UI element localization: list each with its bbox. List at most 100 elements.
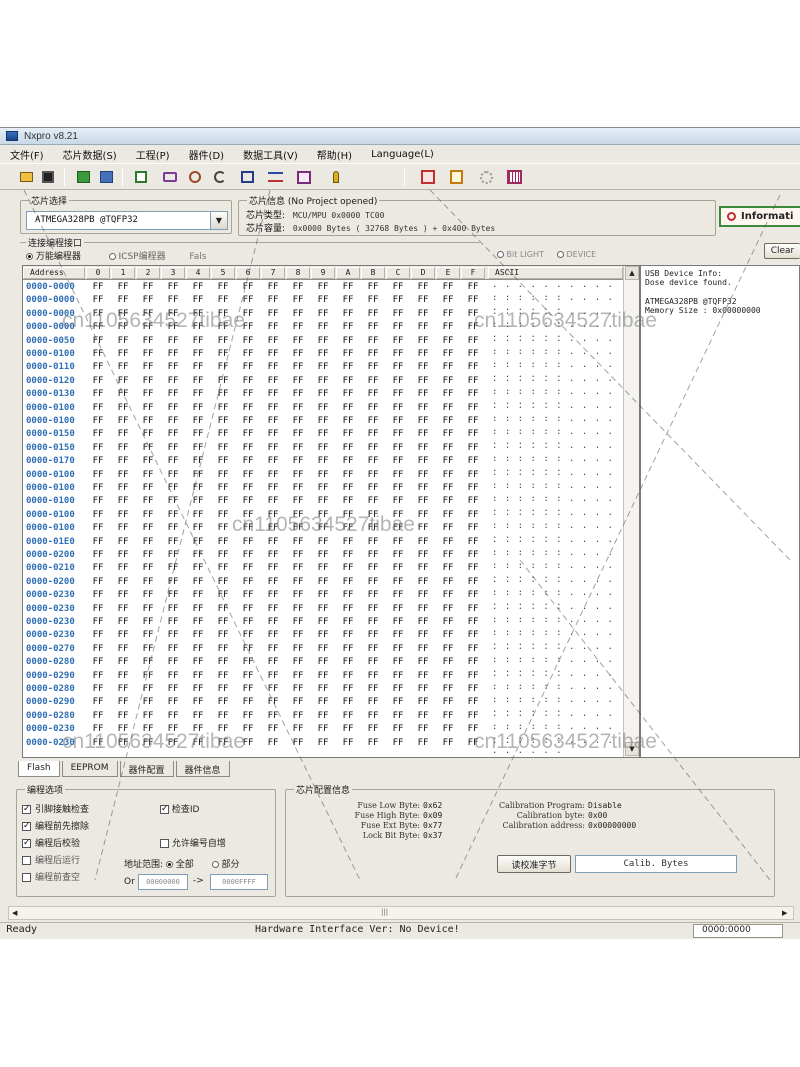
option-check-id[interactable]: 检查ID (160, 802, 199, 815)
hex-byte-cell[interactable]: FF (86, 590, 110, 600)
hex-byte-cell[interactable]: FF (411, 470, 435, 480)
hex-byte-cell[interactable]: FF (111, 550, 135, 560)
hex-byte-cell[interactable]: FF (161, 604, 185, 614)
hex-byte-cell[interactable]: FF (236, 510, 260, 520)
hex-byte-cell[interactable]: FF (436, 309, 460, 319)
hex-byte-cell[interactable]: FF (411, 550, 435, 560)
hex-byte-cell[interactable]: FF (311, 604, 335, 614)
hex-byte-cell[interactable]: FF (461, 711, 485, 721)
hex-byte-cell[interactable]: FF (311, 282, 335, 292)
hex-byte-cell[interactable]: FF (336, 336, 360, 346)
hex-byte-cell[interactable]: FF (336, 550, 360, 560)
hex-byte-cell[interactable]: FF (436, 456, 460, 466)
menu-device[interactable]: 器件(D) (179, 147, 234, 162)
hex-byte-cell[interactable]: FF (261, 336, 285, 346)
hex-byte-cell[interactable]: FF (461, 671, 485, 681)
hex-byte-cell[interactable]: FF (136, 362, 160, 372)
hex-byte-cell[interactable]: FF (386, 349, 410, 359)
hex-byte-cell[interactable]: FF (186, 630, 210, 640)
hex-byte-cell[interactable]: FF (361, 590, 385, 600)
lock-icon[interactable] (326, 168, 346, 186)
hex-byte-cell[interactable]: FF (461, 523, 485, 533)
hex-byte-cell[interactable]: FF (211, 483, 235, 493)
hex-byte-cell[interactable]: FF (186, 416, 210, 426)
radio-icsp[interactable] (108, 253, 116, 260)
hex-byte-cell[interactable]: FF (161, 644, 185, 654)
scroll-down-icon[interactable]: ▼ (625, 742, 639, 756)
note-icon[interactable] (446, 168, 466, 186)
hex-byte-cell[interactable]: FF (261, 671, 285, 681)
hex-byte-cell[interactable]: FF (261, 403, 285, 413)
hex-byte-cell[interactable]: FF (436, 724, 460, 734)
hex-byte-cell[interactable]: FF (261, 711, 285, 721)
hex-byte-cell[interactable]: FF (286, 604, 310, 614)
hex-byte-cell[interactable]: FF (236, 483, 260, 493)
hex-byte-cell[interactable]: FF (336, 470, 360, 480)
hex-byte-cell[interactable]: FF (236, 336, 260, 346)
hex-byte-cell[interactable]: FF (336, 389, 360, 399)
hex-byte-cell[interactable]: FF (286, 711, 310, 721)
hex-byte-cell[interactable]: FF (236, 443, 260, 453)
hex-byte-cell[interactable]: FF (311, 738, 335, 748)
hex-byte-cell[interactable]: FF (111, 644, 135, 654)
hex-byte-cell[interactable]: FF (261, 349, 285, 359)
radio-range-part[interactable] (211, 861, 219, 868)
hex-byte-cell[interactable]: FF (436, 550, 460, 560)
hex-byte-cell[interactable]: FF (261, 697, 285, 707)
hex-byte-cell[interactable]: FF (436, 604, 460, 614)
hex-byte-cell[interactable]: FF (286, 644, 310, 654)
hex-byte-cell[interactable]: FF (236, 550, 260, 560)
hex-byte-cell[interactable]: FF (386, 510, 410, 520)
hex-byte-cell[interactable]: FF (411, 282, 435, 292)
hex-byte-cell[interactable]: FF (211, 389, 235, 399)
hex-byte-cell[interactable]: FF (386, 362, 410, 372)
hex-byte-cell[interactable]: FF (86, 362, 110, 372)
auto-icon[interactable] (265, 168, 285, 186)
hex-byte-cell[interactable]: FF (211, 657, 235, 667)
hex-byte-cell[interactable]: FF (111, 336, 135, 346)
hex-byte-cell[interactable]: FF (386, 711, 410, 721)
hex-byte-cell[interactable]: FF (236, 563, 260, 573)
hex-byte-cell[interactable]: FF (111, 630, 135, 640)
hex-byte-cell[interactable]: FF (236, 416, 260, 426)
hex-byte-cell[interactable]: FF (386, 604, 410, 614)
hex-byte-cell[interactable]: FF (286, 630, 310, 640)
hex-byte-cell[interactable]: FF (311, 577, 335, 587)
hex-byte-cell[interactable]: FF (111, 724, 135, 734)
hex-byte-cell[interactable]: FF (86, 738, 110, 748)
hex-byte-cell[interactable]: FF (211, 470, 235, 480)
hex-byte-cell[interactable]: FF (461, 309, 485, 319)
hex-byte-cell[interactable]: FF (386, 389, 410, 399)
hex-byte-cell[interactable]: FF (361, 510, 385, 520)
hex-byte-cell[interactable]: FF (436, 322, 460, 332)
hex-byte-cell[interactable]: FF (436, 537, 460, 547)
hex-byte-cell[interactable]: FF (86, 295, 110, 305)
hex-byte-cell[interactable]: FF (186, 738, 210, 748)
hex-byte-cell[interactable]: FF (161, 376, 185, 386)
hex-byte-cell[interactable]: FF (261, 309, 285, 319)
hex-byte-cell[interactable]: FF (86, 563, 110, 573)
hex-byte-cell[interactable]: FF (361, 456, 385, 466)
hex-byte-cell[interactable]: FF (361, 282, 385, 292)
hex-byte-cell[interactable]: FF (111, 483, 135, 493)
hex-byte-cell[interactable]: FF (161, 295, 185, 305)
hex-byte-cell[interactable]: FF (361, 483, 385, 493)
tab-device-config[interactable]: 器件配置 (119, 761, 174, 777)
hex-byte-cell[interactable]: FF (461, 537, 485, 547)
hex-byte-cell[interactable]: FF (161, 684, 185, 694)
hex-byte-cell[interactable]: FF (186, 403, 210, 413)
hex-byte-cell[interactable]: FF (461, 724, 485, 734)
hex-byte-cell[interactable]: FF (186, 336, 210, 346)
hex-byte-cell[interactable]: FF (386, 429, 410, 439)
program-option[interactable]: 编程前先擦除 (22, 819, 89, 832)
hex-byte-cell[interactable]: FF (361, 523, 385, 533)
hex-byte-cell[interactable]: FF (186, 684, 210, 694)
hex-byte-cell[interactable]: FF (111, 523, 135, 533)
hex-byte-cell[interactable]: FF (386, 617, 410, 627)
hex-byte-cell[interactable]: FF (136, 537, 160, 547)
hex-byte-cell[interactable]: FF (136, 443, 160, 453)
hex-byte-cell[interactable]: FF (386, 470, 410, 480)
hex-byte-cell[interactable]: FF (161, 738, 185, 748)
hex-byte-cell[interactable]: FF (386, 697, 410, 707)
hex-byte-cell[interactable]: FF (161, 537, 185, 547)
